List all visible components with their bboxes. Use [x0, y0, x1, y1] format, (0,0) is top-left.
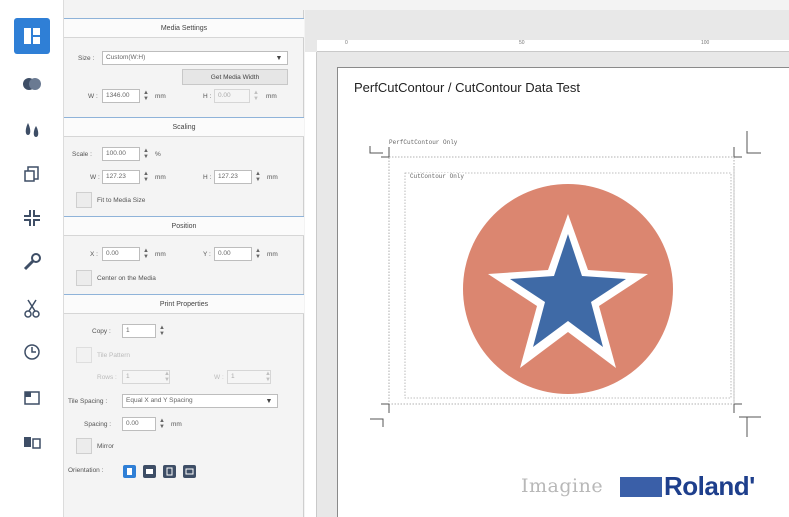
cutcontour-label: CutContour Only — [410, 173, 465, 180]
tile-pattern-label: Tile Pattern — [97, 352, 130, 359]
crop-marks-icon[interactable] — [14, 200, 50, 236]
orientation-landscape-rotated-icon[interactable] — [183, 465, 196, 478]
position-header: Position — [64, 216, 304, 236]
paint-drops-icon[interactable] — [14, 112, 50, 148]
scale-stepper[interactable]: ▲ ▼ — [141, 147, 151, 161]
cols-label: W : — [214, 374, 224, 381]
color-management-icon[interactable] — [14, 66, 50, 102]
size-label: Size : — [78, 55, 95, 62]
spacing-input[interactable]: 0.00 — [122, 417, 156, 431]
fit-to-media-checkbox[interactable] — [76, 192, 92, 208]
imagine-tagline: Imagine — [521, 475, 604, 497]
mirror-checkbox[interactable] — [76, 438, 92, 454]
get-media-width-button[interactable]: Get Media Width — [182, 69, 288, 85]
scale-w-label: W : — [90, 174, 100, 181]
mirror-label: Mirror — [97, 443, 114, 450]
position-x-label: X : — [90, 251, 98, 258]
scale-input[interactable]: 100.00 — [102, 147, 140, 161]
settings-panel: Media Settings Size : Custom(W:H) ▼ Get … — [64, 10, 304, 517]
copy-label: Copy : — [92, 328, 111, 335]
copy-input[interactable]: 1 — [122, 324, 156, 338]
orientation-landscape-icon[interactable] — [143, 465, 156, 478]
scale-unit: % — [155, 151, 161, 158]
horizontal-ruler: 0 50 100 — [317, 40, 789, 52]
media-height-stepper[interactable]: ▲ ▼ — [251, 89, 261, 103]
wrench-icon[interactable] — [14, 244, 50, 280]
position-y-stepper[interactable]: ▲ ▼ — [253, 247, 263, 261]
orientation-label: Orientation : — [68, 467, 104, 474]
tile-spacing-select[interactable]: Equal X and Y Spacing — [122, 394, 278, 408]
ruler-number: 100 — [701, 40, 710, 46]
media-width-input[interactable]: 1346.00 — [102, 89, 140, 103]
tile-spacing-label: Tile Spacing : — [68, 398, 108, 405]
chevron-down-icon[interactable]: ▼ — [262, 394, 276, 408]
scale-width-stepper[interactable]: ▲ ▼ — [141, 170, 151, 184]
print-properties-header: Print Properties — [64, 294, 304, 314]
clock-icon[interactable] — [14, 334, 50, 370]
media-w-unit: mm — [155, 93, 166, 100]
fit-to-media-label: Fit to Media Size — [97, 197, 146, 204]
rows-stepper[interactable]: ▲ ▼ — [162, 370, 172, 384]
scale-w-unit: mm — [155, 174, 166, 181]
media-h-unit: mm — [266, 93, 277, 100]
scale-height-stepper[interactable]: ▲ ▼ — [253, 170, 263, 184]
cols-stepper[interactable]: ▲ ▼ — [263, 370, 273, 384]
perfcut-label: PerfCutContour Only — [389, 139, 458, 146]
orientation-portrait-rotated-icon[interactable] — [163, 465, 176, 478]
ruler-number: 0 — [345, 40, 348, 46]
copy-pages-icon[interactable] — [14, 424, 50, 460]
tool-sidebar — [0, 0, 64, 517]
position-x-input[interactable]: 0.00 — [102, 247, 140, 261]
position-x-stepper[interactable]: ▲ ▼ — [141, 247, 151, 261]
layers-icon[interactable] — [14, 156, 50, 192]
scaling-header: Scaling — [64, 117, 304, 137]
scale-h-unit: mm — [267, 174, 278, 181]
center-on-media-checkbox[interactable] — [76, 270, 92, 286]
position-x-unit: mm — [155, 251, 166, 258]
spacing-label: Spacing : — [84, 421, 112, 428]
vertical-ruler — [305, 52, 317, 517]
size-select[interactable]: Custom(W:H) — [102, 51, 288, 65]
position-y-input[interactable]: 0.00 — [214, 247, 252, 261]
media-width-stepper[interactable]: ▲ ▼ — [141, 89, 151, 103]
center-on-media-label: Center on the Media — [97, 275, 156, 282]
rows-label: Rows : — [97, 374, 117, 381]
printer-icon[interactable] — [14, 380, 50, 416]
scale-h-label: H : — [203, 174, 212, 181]
media-settings-header: Media Settings — [64, 18, 304, 38]
scale-label: Scale : — [72, 151, 92, 158]
roland-logo: Roland' — [664, 471, 755, 501]
position-y-label: Y : — [203, 251, 211, 258]
ruler-number: 50 — [519, 40, 525, 46]
media-height-input[interactable]: 0.00 — [214, 89, 250, 103]
layout-icon[interactable] — [14, 18, 50, 54]
scissors-icon[interactable] — [14, 290, 50, 326]
circle-star-artwork — [463, 184, 673, 394]
media-w-label: W : — [88, 93, 98, 100]
spacing-stepper[interactable]: ▲ ▼ — [157, 417, 167, 431]
scale-height-input[interactable]: 127.23 — [214, 170, 252, 184]
chevron-down-icon[interactable]: ▼ — [272, 51, 286, 65]
spacing-unit: mm — [171, 421, 182, 428]
orientation-portrait-icon[interactable] — [123, 465, 136, 478]
position-y-unit: mm — [267, 251, 278, 258]
media-h-label: H : — [203, 93, 212, 100]
roland-logo-mark — [620, 477, 662, 497]
scale-width-input[interactable]: 127.23 — [102, 170, 140, 184]
copy-stepper[interactable]: ▲ ▼ — [157, 324, 167, 338]
tile-pattern-checkbox[interactable] — [76, 347, 92, 363]
